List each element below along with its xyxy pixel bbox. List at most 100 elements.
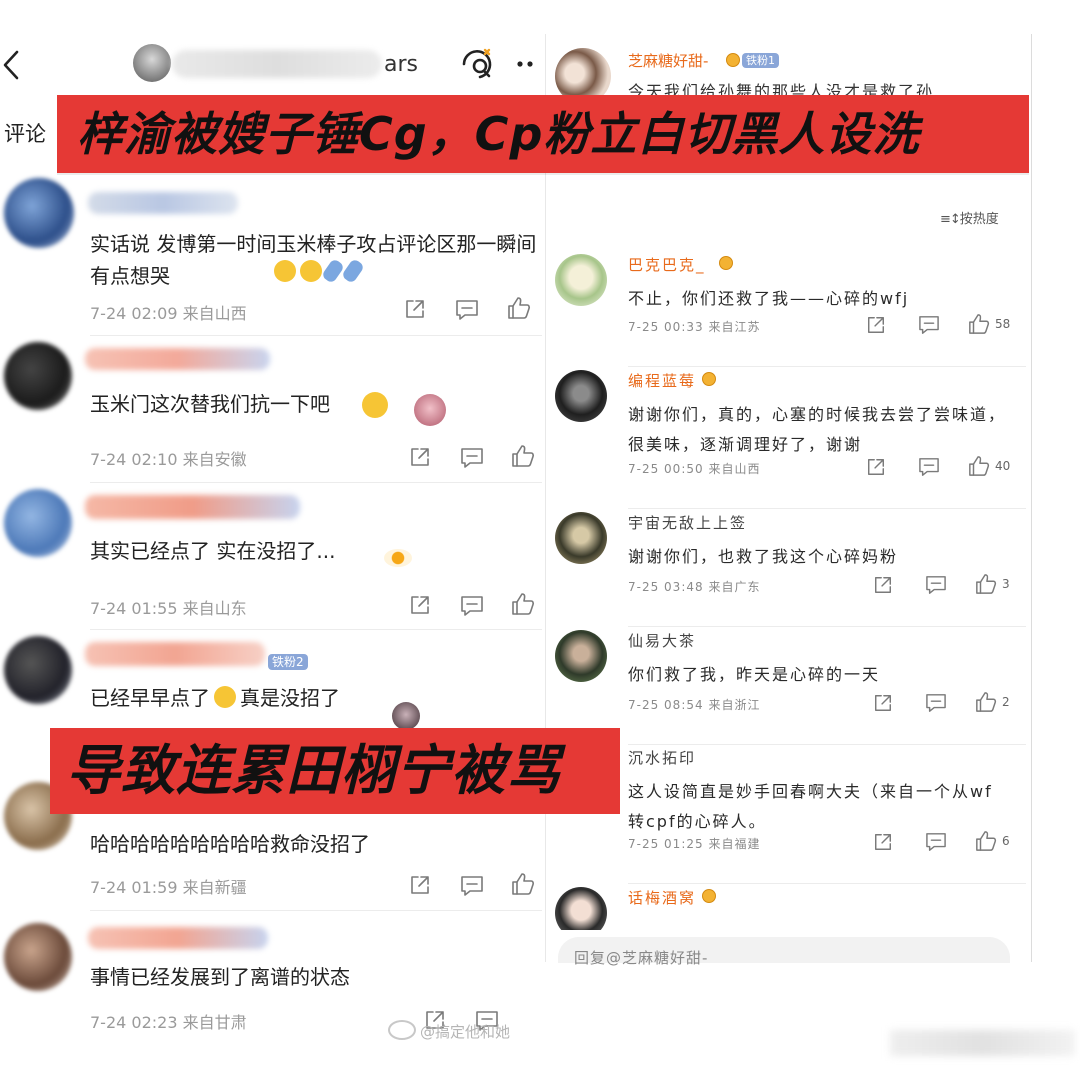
share-button[interactable] <box>873 575 893 595</box>
like-button[interactable] <box>511 872 535 896</box>
comment-meta: 7-24 01:59 来自新疆 <box>90 874 247 898</box>
share-icon <box>875 695 891 711</box>
watermark-blur <box>890 1030 1075 1056</box>
reply-button[interactable] <box>455 299 479 321</box>
like-button[interactable]: 40 <box>968 455 1010 477</box>
like-button[interactable] <box>507 296 531 320</box>
like-count: 2 <box>1002 695 1010 709</box>
like-button[interactable]: 2 <box>975 691 1010 713</box>
share-icon <box>411 448 429 466</box>
sweat-emoji-icon <box>214 686 236 708</box>
username-blur <box>88 192 238 214</box>
comment-time: 7-24 02:09 <box>90 304 178 323</box>
thumbs-up-icon <box>976 831 997 851</box>
crown-icon <box>702 372 716 386</box>
avatar[interactable] <box>4 923 72 991</box>
divider <box>628 366 1026 367</box>
comment-time: 7-24 02:10 <box>90 450 178 469</box>
crown-icon <box>702 889 716 903</box>
comment-location: 来自甘肃 <box>182 1013 247 1032</box>
reply-time: 7-25 03:48 <box>628 580 704 594</box>
reply-text: 谢谢你们，也救了我这个心碎妈粉 <box>628 547 899 566</box>
comment-icon <box>926 694 946 712</box>
fan-badge: 铁粉1 <box>742 53 779 68</box>
share-button[interactable] <box>873 832 893 852</box>
like-button[interactable]: 6 <box>975 830 1010 852</box>
avatar[interactable] <box>555 630 607 682</box>
share-button[interactable] <box>866 315 886 335</box>
avatar[interactable] <box>4 178 74 248</box>
avatar[interactable] <box>555 254 607 306</box>
crying-emoji-icon <box>362 392 388 418</box>
comment-meta: 7-24 01:55 来自山东 <box>90 595 247 619</box>
comment-icon <box>461 876 483 896</box>
divider <box>628 626 1026 627</box>
comment-location: 来自山西 <box>182 304 247 323</box>
reply-username[interactable]: 宇宙无敌上上签 <box>628 512 747 533</box>
avatar[interactable] <box>555 370 607 422</box>
share-icon <box>875 577 891 593</box>
reply-username[interactable]: 仙易大茶 <box>628 630 696 651</box>
back-button[interactable] <box>0 48 30 84</box>
baby-bottle-icon <box>340 257 366 285</box>
bottom-fade <box>546 963 1080 1080</box>
share-button[interactable] <box>866 457 886 477</box>
parent-username[interactable]: 芝麻糖好甜- <box>628 50 708 71</box>
reply-username[interactable]: 巴克巴克_ <box>628 254 706 275</box>
reply-button[interactable] <box>918 457 940 477</box>
header-avatar[interactable] <box>133 44 171 82</box>
like-button[interactable]: 3 <box>975 573 1010 595</box>
reply-button[interactable] <box>918 315 940 335</box>
avatar[interactable] <box>4 489 72 557</box>
sticker-icon <box>392 702 420 730</box>
crying-emoji-icon <box>300 260 322 282</box>
fan-badge: 铁粉2 <box>268 654 308 670</box>
search-author-button[interactable] <box>458 44 498 84</box>
sort-icon: ≡↕ <box>940 212 961 227</box>
thumbs-up-icon <box>969 456 990 476</box>
more-button[interactable] <box>515 58 543 70</box>
comment-icon <box>461 596 483 616</box>
like-button[interactable] <box>511 444 535 468</box>
share-icon <box>868 459 884 475</box>
share-button[interactable] <box>409 594 431 616</box>
reply-button[interactable] <box>925 693 947 713</box>
thumbs-up-icon <box>976 574 997 594</box>
reply-text: 你们救了我，昨天是心碎的一天 <box>628 665 881 684</box>
comment-text: 其实已经点了 实在没招了... <box>90 539 336 563</box>
like-button[interactable] <box>511 592 535 616</box>
username-blur <box>85 642 265 666</box>
divider <box>628 508 1026 509</box>
share-icon <box>868 317 884 333</box>
reply-username[interactable]: 沉水拓印 <box>628 747 696 768</box>
reply-button[interactable] <box>925 575 947 595</box>
comment-icon <box>919 458 939 476</box>
sort-toggle[interactable]: ≡↕按热度 <box>940 208 999 227</box>
avatar[interactable] <box>4 636 72 704</box>
tab-comments[interactable]: 评论 <box>4 118 46 148</box>
avatar[interactable] <box>4 342 72 410</box>
reply-time: 7-25 00:50 <box>628 462 704 476</box>
reply-button[interactable] <box>460 595 484 617</box>
emoji-row <box>272 257 366 285</box>
like-button[interactable]: 58 <box>968 313 1010 335</box>
avatar[interactable] <box>555 512 607 564</box>
comment-icon <box>456 300 478 320</box>
share-button[interactable] <box>873 693 893 713</box>
share-button[interactable] <box>404 298 426 320</box>
list-item: 铁粉2 已经早早点了 真是没招了 <box>0 630 545 730</box>
reply-username[interactable]: 话梅酒窝 <box>628 887 696 908</box>
like-count: 40 <box>995 459 1011 473</box>
reply-username[interactable]: 编程蓝莓 <box>628 370 696 391</box>
share-icon <box>875 834 891 850</box>
reply-button[interactable] <box>460 875 484 897</box>
thumbs-up-icon <box>969 314 990 334</box>
comment-time: 7-24 02:23 <box>90 1013 178 1032</box>
thumbs-up-icon <box>512 873 534 895</box>
crown-icon <box>719 256 733 270</box>
share-button[interactable] <box>409 446 431 468</box>
reply-button[interactable] <box>460 447 484 469</box>
list-item: 实话说 发博第一时间玉米棒子攻占评论区那一瞬间有点想哭 7-24 02:09 来… <box>0 170 545 335</box>
share-button[interactable] <box>409 874 431 896</box>
reply-button[interactable] <box>925 832 947 852</box>
